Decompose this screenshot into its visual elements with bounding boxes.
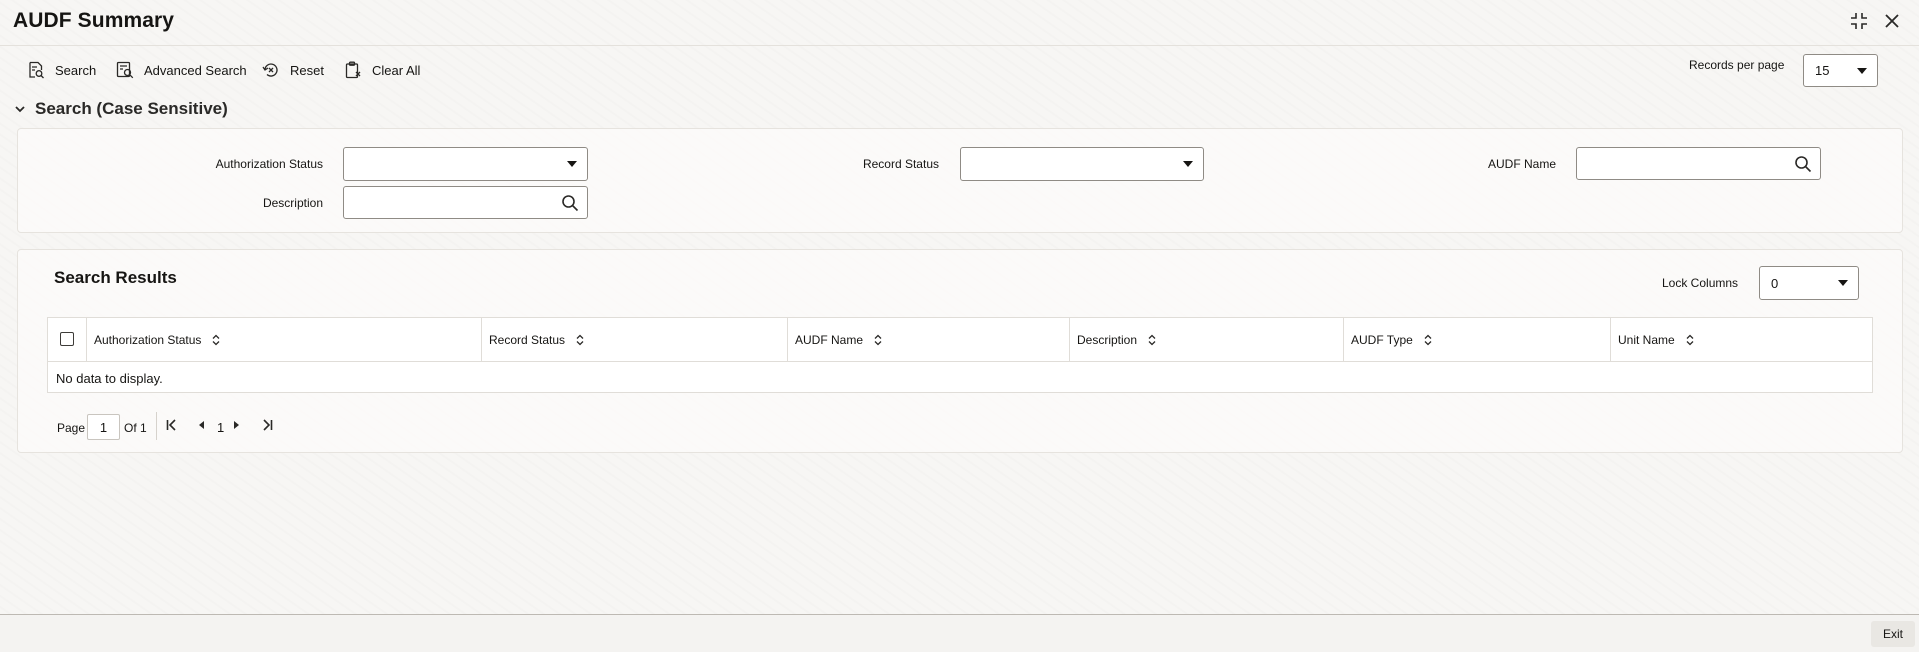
description-input[interactable]	[343, 186, 588, 219]
records-per-page-value: 15	[1815, 63, 1830, 78]
records-per-page-select[interactable]: 15	[1803, 54, 1878, 87]
lock-columns-value: 0	[1771, 275, 1779, 291]
lock-columns-select[interactable]: 0	[1759, 266, 1859, 300]
magnifier-icon[interactable]	[561, 194, 579, 217]
sort-icon	[1686, 334, 1694, 346]
page-number-input[interactable]: 1	[87, 414, 120, 440]
column-header-unit-name[interactable]: Unit Name	[1611, 318, 1873, 362]
next-page-icon[interactable]	[232, 418, 242, 435]
caret-down-icon	[1183, 161, 1193, 167]
search-doc-icon	[29, 61, 44, 79]
select-all-cell	[48, 318, 87, 362]
column-header-label: AUDF Name	[795, 333, 864, 347]
clear-all-button-label: Clear All	[372, 62, 421, 78]
caret-down-icon	[1857, 67, 1867, 74]
footer-bar: Exit	[0, 614, 1919, 652]
column-header-label: Description	[1077, 333, 1138, 347]
select-all-checkbox[interactable]	[60, 332, 74, 346]
results-table: Authorization Status Record Status AUDF …	[47, 317, 1873, 393]
lock-columns-label: Lock Columns	[1662, 276, 1739, 290]
audf-name-label: AUDF Name	[1487, 157, 1556, 171]
sort-icon	[1148, 334, 1156, 346]
sort-icon	[874, 334, 882, 346]
exit-button[interactable]: Exit	[1871, 621, 1915, 647]
record-status-label: Record Status	[862, 157, 939, 171]
page-of-label: Of 1	[124, 421, 147, 435]
chevron-down-icon	[15, 106, 25, 113]
sort-icon	[212, 334, 220, 346]
authorization-status-label: Authorization Status	[215, 157, 323, 171]
sort-icon	[576, 334, 584, 346]
authorization-status-select[interactable]	[343, 147, 588, 181]
column-header-audf-type[interactable]: AUDF Type	[1344, 318, 1611, 362]
column-header-label: Unit Name	[1618, 333, 1675, 347]
pager-divider	[156, 412, 157, 440]
records-per-page-label: Records per page	[1689, 58, 1785, 72]
reset-icon	[262, 63, 278, 77]
search-section-header: Search (Case Sensitive)	[35, 99, 228, 118]
column-header-record-status[interactable]: Record Status	[482, 318, 788, 362]
column-header-label: AUDF Type	[1351, 333, 1413, 347]
current-page-number[interactable]: 1	[217, 420, 224, 435]
caret-down-icon	[567, 161, 577, 167]
column-header-description[interactable]: Description	[1070, 318, 1344, 362]
audf-summary-window: AUDF Summary Search Advanced Search Rese…	[0, 0, 1919, 652]
search-results-title: Search Results	[54, 268, 177, 287]
description-label: Description	[262, 196, 323, 210]
column-header-authorization-status[interactable]: Authorization Status	[87, 318, 482, 362]
title-bar: AUDF Summary	[0, 0, 1919, 46]
close-icon[interactable]	[1879, 8, 1905, 34]
search-criteria-panel	[17, 128, 1903, 233]
pagination: Page 1 Of 1 1	[57, 412, 287, 440]
table-header: Authorization Status Record Status AUDF …	[48, 318, 1872, 362]
sort-icon	[1424, 334, 1432, 346]
audf-name-input[interactable]	[1576, 147, 1821, 180]
search-button[interactable]: Search	[27, 58, 96, 82]
column-header-label: Record Status	[489, 333, 566, 347]
advanced-search-button[interactable]: Advanced Search	[116, 58, 247, 82]
column-header-audf-name[interactable]: AUDF Name	[788, 318, 1070, 362]
previous-page-icon[interactable]	[196, 418, 206, 435]
last-page-icon[interactable]	[260, 418, 274, 435]
no-data-message: No data to display.	[56, 371, 163, 386]
reset-button[interactable]: Reset	[262, 58, 324, 82]
first-page-icon[interactable]	[165, 418, 179, 435]
record-status-select[interactable]	[960, 147, 1204, 181]
advanced-search-icon	[116, 61, 134, 79]
reset-button-label: Reset	[290, 62, 324, 78]
search-button-label: Search	[55, 62, 97, 78]
clear-all-button[interactable]: Clear All	[344, 58, 420, 82]
compress-icon[interactable]	[1846, 8, 1872, 34]
page-label: Page	[57, 421, 86, 435]
clipboard-icon	[345, 61, 361, 79]
toolbar: Search Advanced Search Reset Clear All	[0, 52, 1919, 86]
page-title: AUDF Summary	[13, 9, 175, 32]
search-section-toggle[interactable]: Search (Case Sensitive)	[14, 99, 228, 119]
caret-down-icon	[1838, 280, 1848, 286]
column-header-label: Authorization Status	[94, 333, 202, 347]
magnifier-icon[interactable]	[1794, 155, 1812, 178]
advanced-search-button-label: Advanced Search	[144, 62, 247, 78]
